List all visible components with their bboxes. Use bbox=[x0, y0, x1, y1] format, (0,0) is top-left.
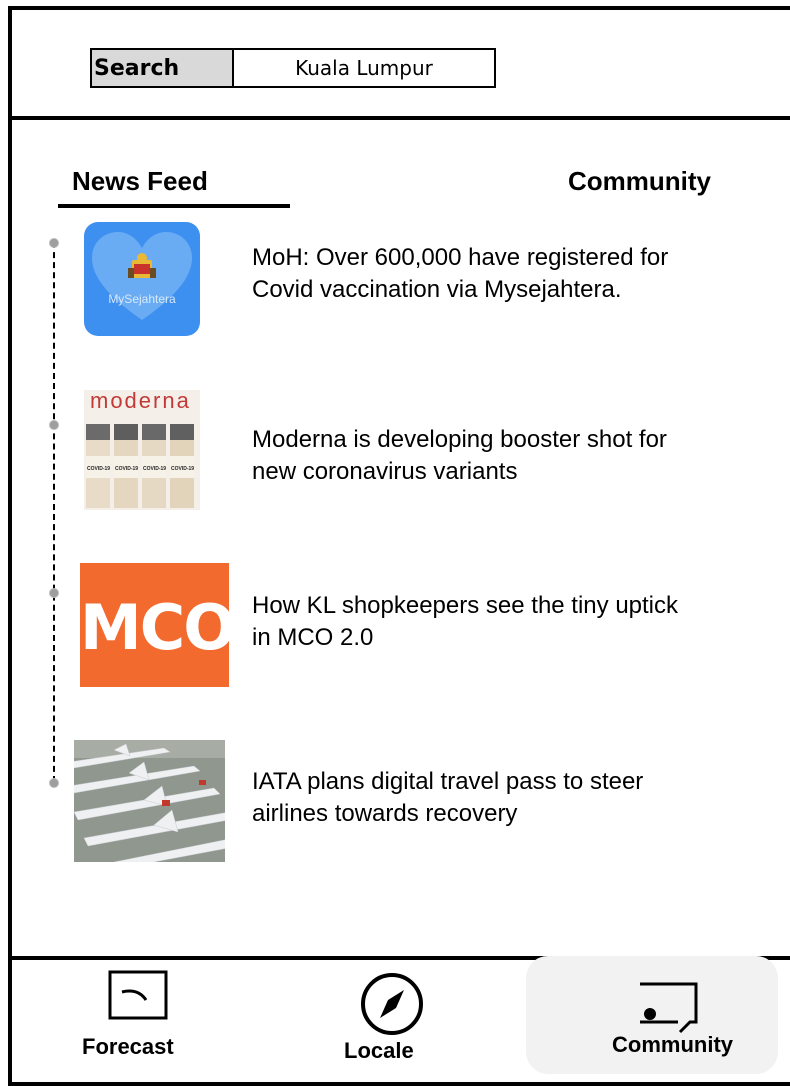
headline-line: Moderna is developing booster shot for bbox=[252, 426, 667, 453]
forecast-icon bbox=[108, 970, 168, 1020]
timeline-dot bbox=[49, 238, 59, 248]
timeline-dot bbox=[49, 588, 59, 598]
community-icon bbox=[640, 982, 698, 1034]
nav-locale[interactable]: Locale bbox=[344, 960, 444, 1070]
headline-line: in MCO 2.0 bbox=[252, 624, 374, 651]
heart-logo-icon bbox=[92, 232, 192, 320]
timeline-dot bbox=[49, 420, 59, 430]
news-thumb-moderna[interactable]: moderna COVID-19 COVID-19 COVID-19 COVID… bbox=[84, 390, 200, 510]
search-input[interactable] bbox=[234, 50, 494, 86]
mco-logo-text: MCO bbox=[80, 591, 229, 664]
parked-airplanes-icon bbox=[74, 740, 225, 862]
vial-label: COVID-19 bbox=[171, 466, 195, 472]
headline-line: airlines towards recovery bbox=[252, 800, 518, 827]
search-bar: Search bbox=[90, 48, 496, 88]
nav-forecast[interactable]: Forecast bbox=[82, 960, 202, 1070]
compass-icon bbox=[361, 973, 423, 1035]
vial-label: COVID-19 bbox=[143, 466, 167, 472]
news-headline[interactable]: IATA plans digital travel pass to steer … bbox=[252, 766, 772, 830]
news-headline[interactable]: Moderna is developing booster shot for n… bbox=[252, 424, 772, 488]
nav-label: Forecast bbox=[82, 1034, 174, 1059]
headline-line: Covid vaccination via Mysejahtera. bbox=[252, 276, 622, 303]
news-thumb-mysejahtera[interactable]: MySejahtera bbox=[84, 222, 200, 336]
timeline-line bbox=[53, 242, 55, 782]
nav-label: Community bbox=[612, 1032, 733, 1057]
header-divider bbox=[10, 116, 790, 120]
search-label: Search bbox=[92, 50, 234, 86]
timeline-dot bbox=[49, 778, 59, 788]
nav-label: Locale bbox=[344, 1038, 414, 1063]
headline-line: IATA plans digital travel pass to steer bbox=[252, 768, 644, 795]
headline-line: new coronavirus variants bbox=[252, 458, 518, 485]
news-headline[interactable]: How KL shopkeepers see the tiny uptick i… bbox=[252, 590, 772, 654]
mysejahtera-text: MySejahtera bbox=[108, 292, 176, 306]
vial-label: COVID-19 bbox=[115, 466, 139, 472]
headline-line: How KL shopkeepers see the tiny uptick bbox=[252, 592, 679, 619]
news-thumb-mco[interactable]: MCO bbox=[80, 563, 229, 687]
tab-community[interactable]: Community bbox=[568, 166, 711, 197]
vaccine-vials-icon bbox=[86, 424, 194, 508]
headline-line: MoH: Over 600,000 have registered for bbox=[252, 244, 669, 271]
news-thumb-airplanes[interactable] bbox=[74, 740, 225, 862]
news-headline[interactable]: MoH: Over 600,000 have registered for Co… bbox=[252, 242, 772, 306]
active-tab-underline bbox=[58, 204, 290, 208]
tab-news-feed[interactable]: News Feed bbox=[72, 166, 208, 197]
nav-community[interactable]: Community bbox=[602, 960, 752, 1070]
vial-label: COVID-19 bbox=[87, 466, 111, 472]
